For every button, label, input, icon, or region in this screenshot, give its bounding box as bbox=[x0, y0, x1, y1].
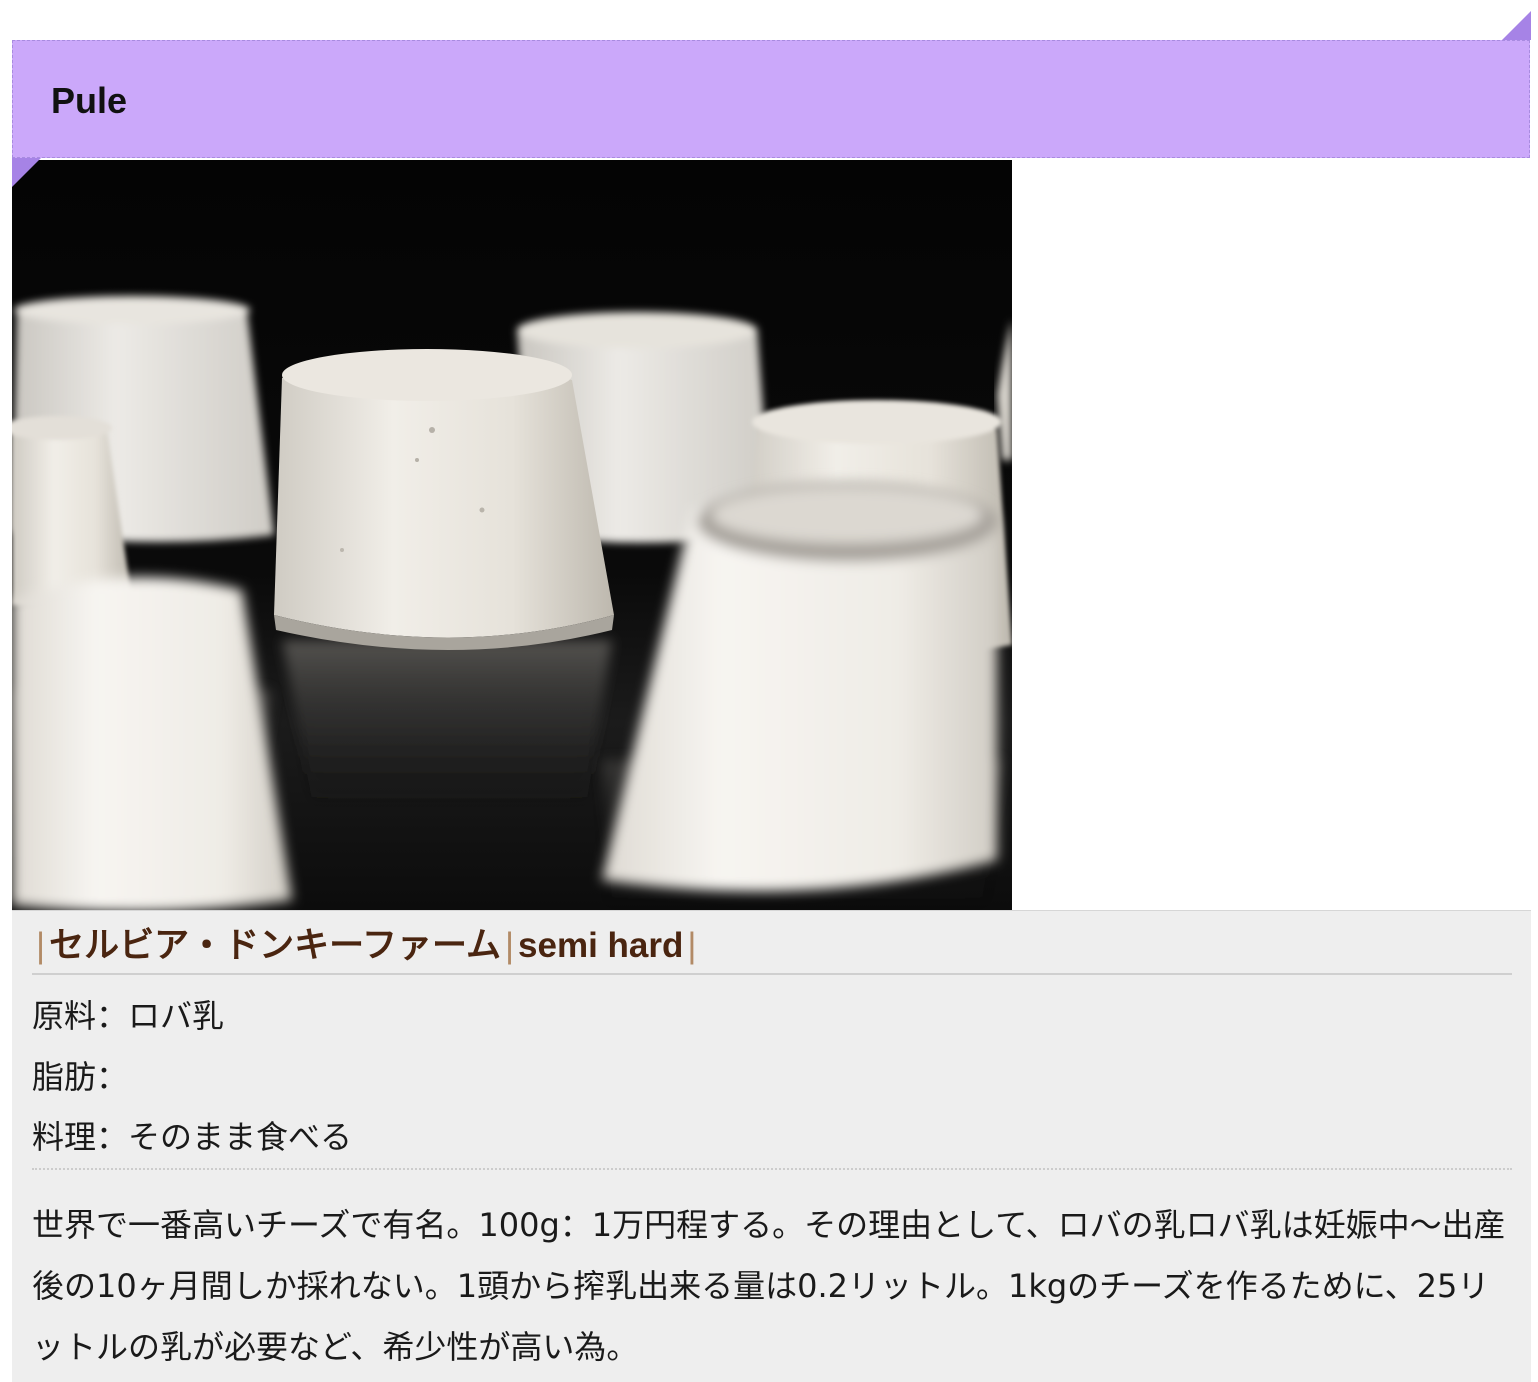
cheese-type: semi hard bbox=[518, 926, 684, 965]
spec-dish: 料理：そのまま食べる bbox=[32, 1117, 352, 1157]
producer-type-line: | セルビア・ドンキーファーム | semi hard | bbox=[32, 919, 1512, 975]
spec-fat-label: 脂肪： bbox=[32, 1058, 129, 1096]
spec-fat: 脂肪： bbox=[32, 1057, 128, 1097]
ribbon-fold-top-right bbox=[1502, 11, 1531, 40]
spec-ingredient: 原料：ロバ乳 bbox=[32, 996, 224, 1036]
cheese-center-main bbox=[274, 349, 614, 650]
cheese-photo bbox=[12, 160, 1012, 910]
separator-bar: | bbox=[36, 926, 46, 965]
cheese-description: 世界で一番高いチーズで有名。100g：1万円程する。その理由として、ロバの乳ロバ… bbox=[32, 1206, 1506, 1366]
cheese-title: Pule bbox=[51, 80, 128, 121]
dotted-divider bbox=[32, 1168, 1512, 1170]
spec-ingredient-value: ロバ乳 bbox=[128, 997, 225, 1035]
title-ribbon: Pule bbox=[12, 40, 1530, 158]
producer-name: セルビア・ドンキーファーム bbox=[49, 926, 501, 965]
separator-bar: | bbox=[504, 926, 515, 965]
separator-bar: | bbox=[687, 926, 697, 965]
ribbon-fold-bottom-left bbox=[12, 158, 41, 187]
spec-dish-value: そのまま食べる bbox=[128, 1118, 353, 1156]
cheese-card-page: Pule | セルビア・ドンキーファーム | semi hard | 原料：ロバ… bbox=[0, 0, 1538, 1382]
spec-ingredient-label: 原料： bbox=[32, 997, 129, 1035]
cheese-info-panel: | セルビア・ドンキーファーム | semi hard | 原料：ロバ乳 脂肪： 料理：… bbox=[12, 910, 1531, 1382]
spec-dish-label: 料理： bbox=[32, 1118, 129, 1156]
